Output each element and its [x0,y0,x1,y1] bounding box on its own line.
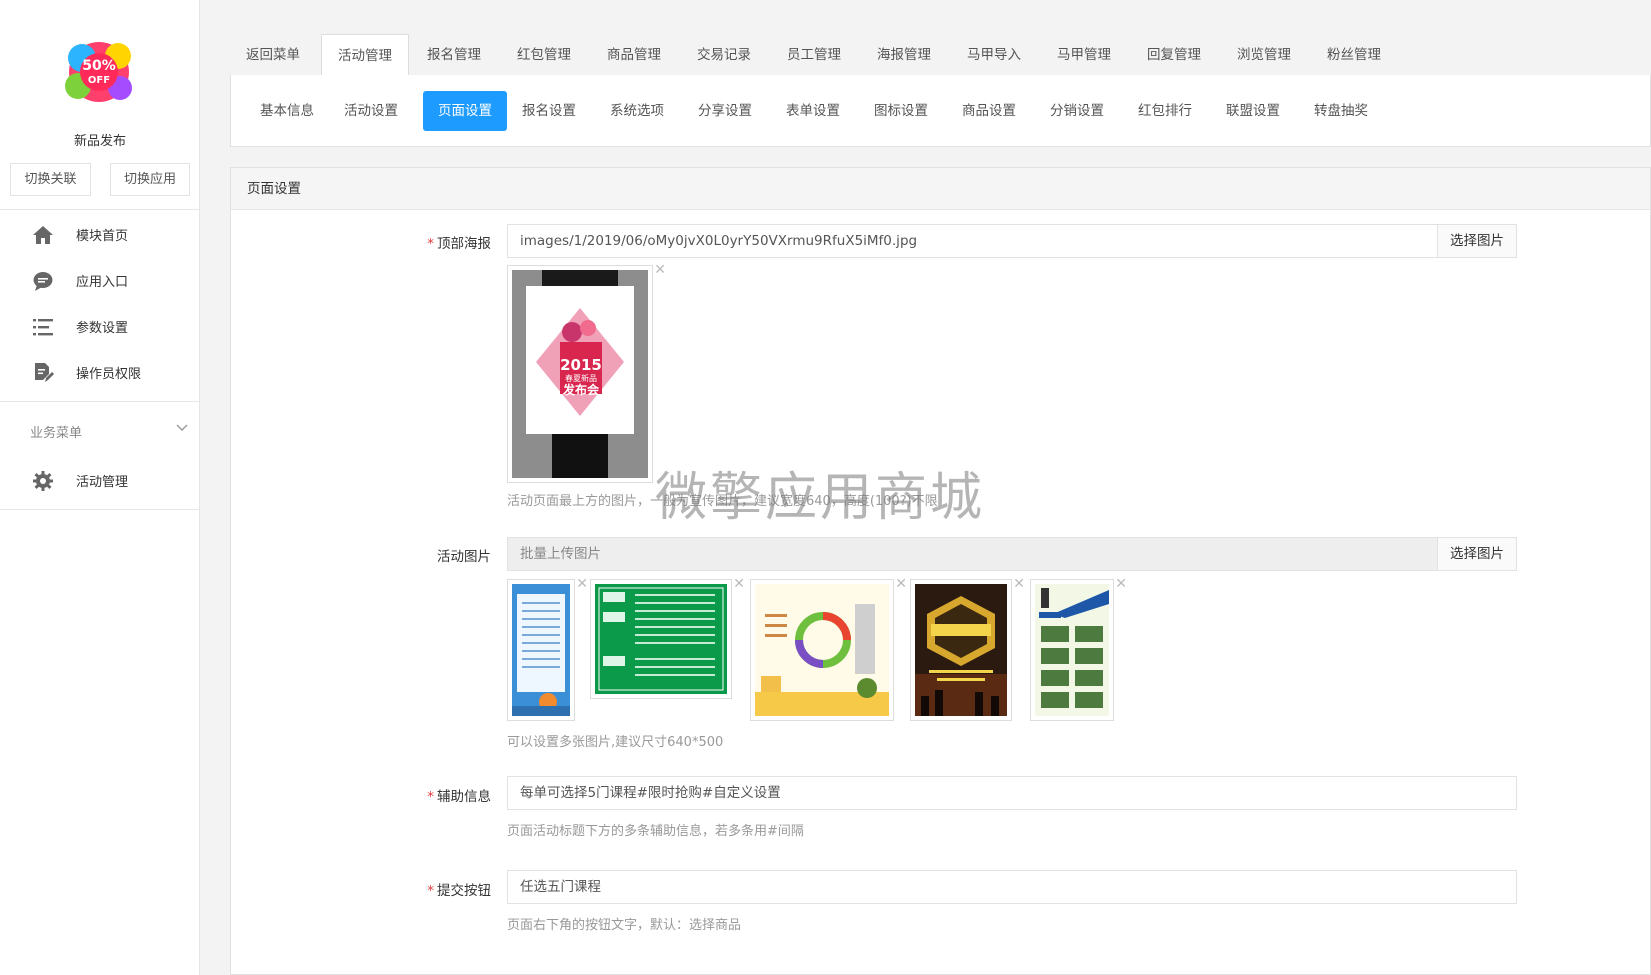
top-tabs: 返回菜单 活动管理 报名管理 红包管理 商品管理 交易记录 员工管理 海报管理 … [230,34,1651,77]
top-poster-path-input[interactable]: images/1/2019/06/oMy0jvX0L0yrY50VXrmu9Rf… [507,224,1517,258]
activity-image [1035,584,1109,716]
svg-text:发布会: 发布会 [562,382,600,397]
aux-info-label: * 辅助信息 [427,789,491,805]
tab-fans-management[interactable]: 粉丝管理 [1311,34,1397,76]
remove-image-icon[interactable]: ✕ [1013,576,1025,592]
tab-goods-management[interactable]: 商品管理 [591,34,677,76]
activity-image [512,584,570,716]
top-poster-choose-image-button[interactable]: 选择图片 [1437,224,1517,258]
subtab-goods-settings[interactable]: 商品设置 [947,91,1031,131]
subtab-redpacket-ranking[interactable]: 红包排行 [1123,91,1207,131]
chat-bubble-icon [33,272,53,291]
activity-image-thumbnail: ✕ [590,576,745,699]
tab-activity-management[interactable]: 活动管理 [321,34,409,77]
sidebar-item-activity-management[interactable]: 活动管理 [0,457,199,503]
app-name: 新品发布 [73,134,126,149]
subtab-alliance-settings[interactable]: 联盟设置 [1211,91,1295,131]
activity-image-thumbnail: ✕ [507,576,588,721]
sidebar-item-label: 活动管理 [76,475,129,490]
top-poster-label: * 顶部海报 [427,236,491,252]
subtab-wheel-lottery[interactable]: 转盘抽奖 [1299,91,1383,131]
app-logo-icon: 50% OFF [65,42,132,102]
tab-vest-management[interactable]: 马甲管理 [1041,34,1127,76]
sidebar: 50% OFF 新品发布 切换关联 切换应用 模块首页 应用入口 参数设置 操作… [0,0,200,975]
switch-app-button[interactable]: 切换应用 [110,163,190,196]
activity-image-thumbnail: ✕ [1030,576,1127,721]
subtab-page-settings[interactable]: 页面设置 [423,91,507,131]
subtab-activity-settings[interactable]: 活动设置 [329,91,413,131]
submit-button-label: * 提交按钮 [427,883,491,899]
gear-icon [33,471,53,491]
sidebar-item-label: 参数设置 [76,321,129,336]
sidebar-item-params[interactable]: 参数设置 [0,303,199,349]
business-nav: 业务菜单 活动管理 [0,402,199,510]
aux-info-help: 页面活动标题下方的多条辅助信息，若多条用#间隔 [507,824,804,839]
tab-signup-management[interactable]: 报名管理 [411,34,497,76]
subtab-form-settings[interactable]: 表单设置 [771,91,855,131]
sidebar-item-label: 应用入口 [76,275,129,290]
sidebar-brand: 50% OFF 新品发布 切换关联 切换应用 [0,0,199,210]
subtab-basic-info[interactable]: 基本信息 [245,91,329,131]
subtab-share-settings[interactable]: 分享设置 [683,91,767,131]
sidebar-item-label: 模块首页 [76,229,129,244]
required-mark: * [427,883,434,899]
remove-image-icon[interactable]: ✕ [1115,576,1127,592]
submit-button-help: 页面右下角的按钮文字，默认：选择商品 [507,918,742,933]
activity-image-thumbnail: ✕ [910,576,1025,721]
subtab-system-options[interactable]: 系统选项 [595,91,679,131]
tab-reply-management[interactable]: 回复管理 [1131,34,1217,76]
activity-image [595,584,727,694]
svg-text:OFF: OFF [88,75,110,86]
activity-images-label: 活动图片 [437,549,491,565]
remove-image-icon[interactable]: ✕ [895,576,907,592]
list-settings-icon [33,319,53,336]
poster-image: 2015 春夏新品 发布会 [512,270,648,478]
business-menu-header[interactable]: 业务菜单 [0,403,199,457]
edit-document-icon [35,363,54,382]
submit-button-text-input[interactable]: 任选五门课程 [507,870,1517,904]
activity-image [755,584,889,716]
required-mark: * [427,236,434,252]
sidebar-item-operator-permission[interactable]: 操作员权限 [0,349,199,395]
module-nav: 模块首页 应用入口 参数设置 操作员权限 [0,210,199,402]
remove-image-icon[interactable]: ✕ [654,262,666,278]
subtab-icon-settings[interactable]: 图标设置 [859,91,943,131]
home-icon [33,226,53,244]
business-menu-label: 业务菜单 [30,426,83,441]
activity-image-thumbnail: ✕ [750,576,907,721]
svg-text:春夏新品: 春夏新品 [565,373,597,383]
activity-images-choose-image-button[interactable]: 选择图片 [1437,537,1517,571]
tab-redpacket-management[interactable]: 红包管理 [501,34,587,76]
tab-back-menu[interactable]: 返回菜单 [230,34,316,76]
tab-transactions[interactable]: 交易记录 [681,34,767,76]
sidebar-item-label: 操作员权限 [76,367,142,382]
tab-browse-management[interactable]: 浏览管理 [1221,34,1307,76]
remove-image-icon[interactable]: ✕ [576,576,588,592]
svg-text:50%: 50% [82,58,116,74]
page-settings-panel: 页面设置 * 顶部海报 images/1/2019/06/oMy0jvX0L0yr… [230,167,1651,975]
sidebar-item-app-entry[interactable]: 应用入口 [0,257,199,303]
watermark: 微擎应用商城 [655,468,986,528]
remove-image-icon[interactable]: ✕ [733,576,745,592]
subtab-distribution-settings[interactable]: 分销设置 [1035,91,1119,131]
required-mark: * [427,789,434,805]
tab-vest-import[interactable]: 马甲导入 [951,34,1037,76]
svg-text:2015: 2015 [560,356,602,374]
activity-images-input[interactable]: 批量上传图片 [507,537,1517,571]
activity-image [915,584,1007,716]
tab-staff-management[interactable]: 员工管理 [771,34,857,76]
top-poster-thumbnail: 2015 春夏新品 发布会 ✕ [507,262,666,483]
subtab-signup-settings[interactable]: 报名设置 [507,91,591,131]
aux-info-input[interactable]: 每单可选择5门课程#限时抢购#自定义设置 [507,776,1517,810]
sidebar-item-module-home[interactable]: 模块首页 [0,211,199,257]
tab-poster-management[interactable]: 海报管理 [861,34,947,76]
panel-title: 页面设置 [231,168,1650,210]
switch-link-button[interactable]: 切换关联 [10,163,91,196]
activity-images-help: 可以设置多张图片,建议尺寸640*500 [507,735,724,750]
settings-subnav: 基本信息 活动设置 页面设置 报名设置 系统选项 分享设置 表单设置 图标设置 … [230,75,1651,147]
chevron-down-icon [176,424,188,431]
